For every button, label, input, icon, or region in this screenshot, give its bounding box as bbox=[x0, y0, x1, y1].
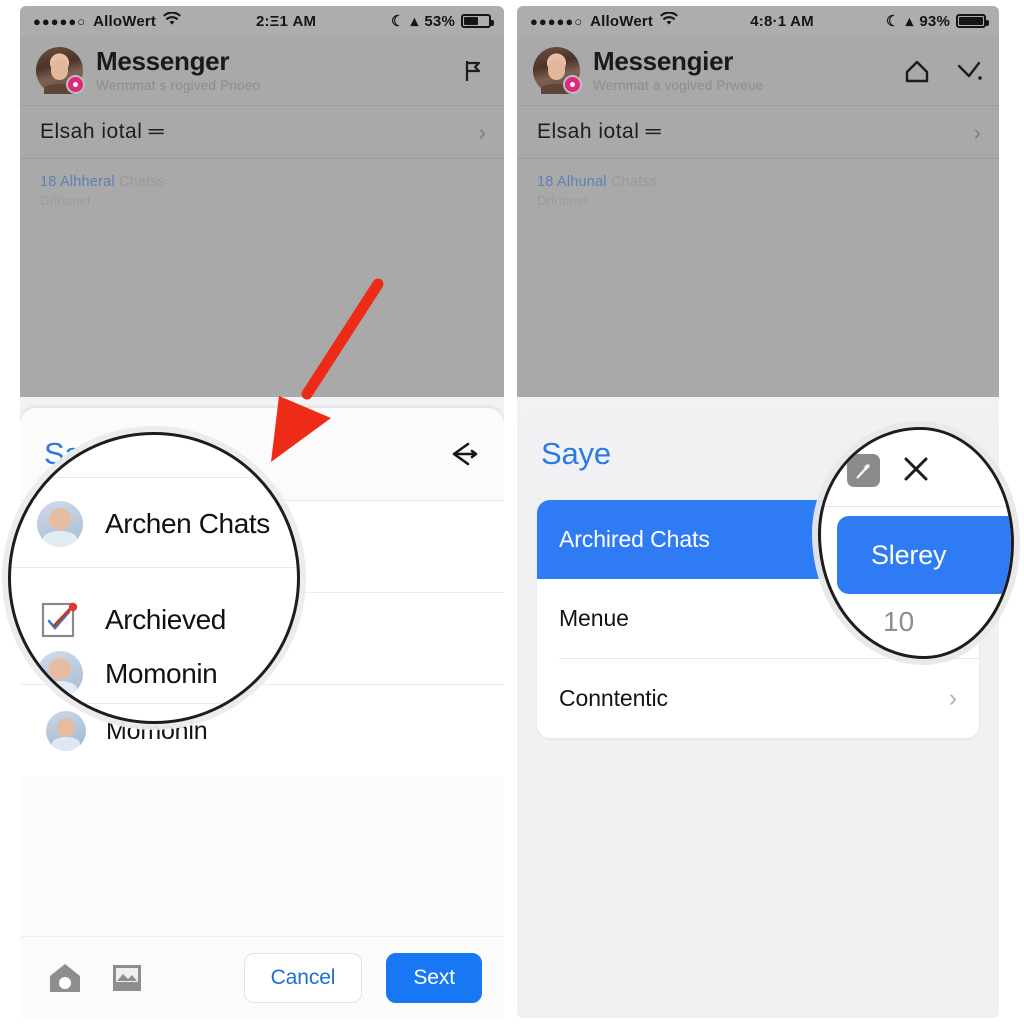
search-input[interactable]: Elsah iotal ═ bbox=[537, 120, 973, 144]
location-icon: ▴ bbox=[905, 13, 914, 30]
magnified-list-item-label: Archen Chats bbox=[105, 508, 270, 539]
page-subtitle: Wernmat a vogived Prweue bbox=[593, 77, 764, 93]
title-block: Messenger Wermmat s rogived Pnoeo bbox=[96, 46, 447, 93]
page-subtitle: Wermmat s rogived Pnoeo bbox=[96, 77, 261, 93]
status-bar-right: ●●●●●○ AlloWert 4:8·1 AM ☾ ▴ 93% bbox=[517, 6, 999, 36]
share-icon[interactable] bbox=[448, 439, 482, 469]
notification-badge bbox=[66, 75, 85, 94]
app-header-right: Messengier Wernmat a vogived Prweue bbox=[517, 36, 999, 106]
magnifier-content-left: Archen Chats Archieved Momonin bbox=[11, 435, 297, 721]
archived-chats-label: 18 Alhunal Chatss bbox=[537, 174, 979, 190]
avatar[interactable] bbox=[533, 47, 582, 94]
battery-icon bbox=[956, 14, 989, 28]
wifi-icon bbox=[163, 11, 182, 30]
location-icon: ▴ bbox=[410, 13, 419, 30]
signal-dots-icon: ●●●●●○ bbox=[33, 13, 87, 29]
camera-icon[interactable] bbox=[46, 959, 84, 997]
clock-label: 4:8·1 AM bbox=[750, 12, 814, 30]
archived-suffix: Chatss bbox=[606, 174, 658, 190]
status-bar-left-group: ●●●●●○ AlloWert bbox=[33, 11, 182, 30]
battery-icon bbox=[461, 14, 494, 28]
flag-icon[interactable] bbox=[460, 58, 486, 84]
header-icons-left bbox=[460, 58, 486, 84]
magnified-list-item-label: Archieved bbox=[105, 604, 226, 635]
magnified-value-label: 10 bbox=[883, 606, 915, 637]
cancel-button[interactable]: Cancel bbox=[243, 952, 363, 1003]
list-item-conntentic[interactable]: Conntentic › bbox=[537, 659, 979, 738]
bottom-toolbar-left: Cancel Sext bbox=[20, 936, 504, 1018]
avatar[interactable] bbox=[36, 47, 85, 94]
archived-count: 18 Alhheral bbox=[40, 174, 115, 190]
divider bbox=[821, 506, 1011, 507]
wifi-icon bbox=[660, 11, 679, 30]
search-row-left[interactable]: Elsah iotal ═ › bbox=[20, 106, 504, 159]
carrier-label: AlloWert bbox=[93, 12, 157, 30]
magnifier-callout-left: Archen Chats Archieved Momonin bbox=[8, 432, 300, 724]
archived-count: 18 Alhunal bbox=[537, 174, 607, 190]
compose-icon[interactable] bbox=[955, 58, 982, 84]
app-header-left: Messenger Wermmat s rogived Pnoeo bbox=[20, 36, 504, 106]
battery-percent-label: 53% bbox=[424, 12, 455, 30]
chevron-right-icon: › bbox=[948, 684, 957, 712]
title-block: Messengier Wernmat a vogived Prweue bbox=[593, 46, 890, 93]
moon-icon: ☾ bbox=[390, 13, 405, 30]
wand-icon bbox=[847, 454, 880, 487]
mini-avatar bbox=[37, 651, 83, 697]
battery-percent-label: 93% bbox=[919, 12, 950, 30]
status-bar-right-group: ☾ ▴ 53% bbox=[390, 12, 494, 30]
list-item-label: Menue bbox=[559, 605, 629, 631]
page-title: Messenger bbox=[96, 46, 230, 77]
archived-chats-label: 18 Alhheral Chatss bbox=[40, 174, 484, 190]
chat-list-right: 18 Alhunal Chatss Drlrionel bbox=[517, 159, 999, 397]
status-bar-left: ●●●●●○ AlloWert 2:Ξ1 AM ☾ ▴ 53% bbox=[20, 6, 504, 36]
chat-list-subtext: Drlrionel bbox=[40, 193, 91, 208]
home-icon[interactable] bbox=[903, 58, 929, 84]
status-bar-left-group: ●●●●●○ AlloWert bbox=[530, 11, 679, 30]
status-bar-right-group: ☾ ▴ 93% bbox=[885, 12, 989, 30]
compose-icon bbox=[37, 597, 83, 643]
carrier-label: AlloWert bbox=[590, 12, 654, 30]
moon-icon: ☾ bbox=[885, 13, 900, 30]
search-input[interactable]: Elsah iotal ═ bbox=[40, 120, 478, 144]
comparison-screenshot: ●●●●●○ AlloWert 2:Ξ1 AM ☾ ▴ 53% Messenge… bbox=[0, 0, 1024, 1024]
notification-badge bbox=[563, 75, 582, 94]
page-title: Messengier bbox=[593, 46, 734, 77]
magnified-selected-label: Slerey bbox=[837, 516, 1011, 594]
signal-dots-icon: ●●●●●○ bbox=[530, 13, 584, 29]
sheet-header-icons bbox=[448, 439, 482, 469]
photo-icon[interactable] bbox=[108, 959, 146, 997]
archived-suffix: Chatss bbox=[114, 174, 166, 190]
clock-label: 2:Ξ1 AM bbox=[255, 12, 317, 30]
send-button[interactable]: Sext bbox=[386, 952, 482, 1003]
header-icons-right bbox=[903, 58, 982, 84]
chat-list-subtext: Drlrionel bbox=[537, 193, 588, 208]
list-item-label: Archired Chats bbox=[559, 526, 710, 552]
close-icon bbox=[899, 452, 933, 486]
magnified-list-item-label: Momonin bbox=[105, 658, 218, 689]
mini-avatar bbox=[37, 501, 83, 547]
chevron-right-icon[interactable]: › bbox=[478, 120, 486, 144]
list-item-label: Conntentic bbox=[559, 685, 668, 711]
chevron-right-icon[interactable]: › bbox=[973, 120, 981, 144]
search-row-right[interactable]: Elsah iotal ═ › bbox=[517, 106, 999, 159]
